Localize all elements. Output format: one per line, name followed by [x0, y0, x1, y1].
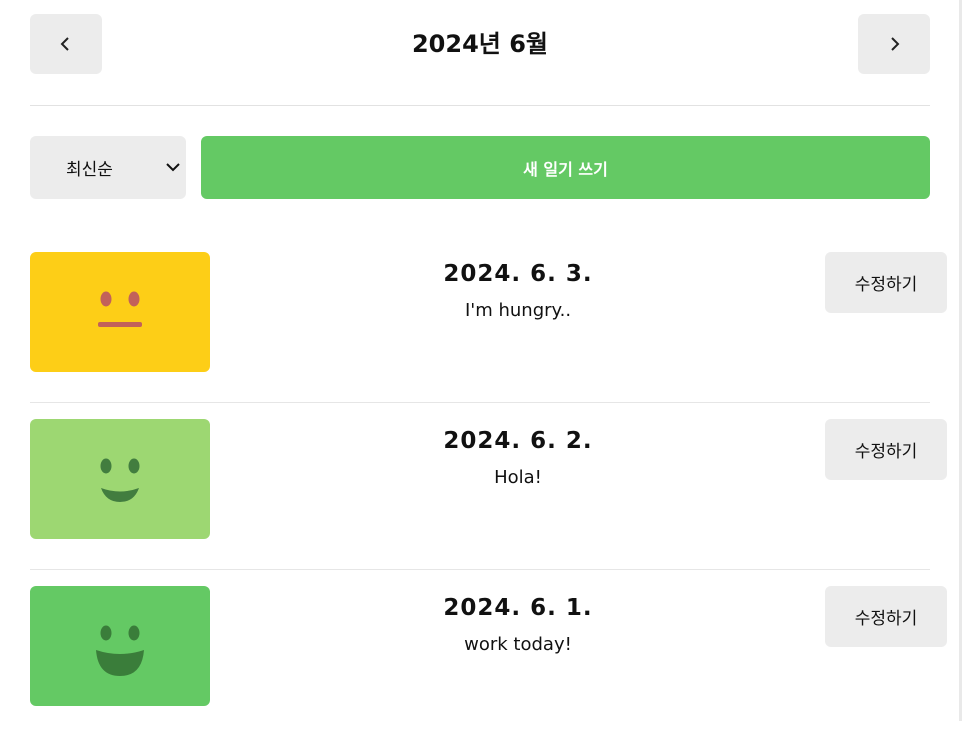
diary-date: 2024. 6. 1. — [443, 595, 593, 621]
diary-content: Hola! — [494, 467, 542, 488]
emotion-image[interactable] — [30, 586, 210, 706]
page-title: 2024년 6월 — [411, 30, 548, 58]
month-header: 2024년 6월 — [30, 0, 930, 106]
diary-info[interactable]: 2024. 6. 2. Hola! — [278, 419, 758, 493]
edit-button[interactable]: 수정하기 — [825, 586, 947, 647]
diary-item: 2024. 6. 1. work today! 수정하기 — [30, 570, 947, 736]
happy-face-icon — [96, 625, 144, 676]
diary-page: 2024년 6월 최신순 새 일기 쓰기 2024. 6. 3. I'm hun… — [30, 0, 947, 706]
diary-date: 2024. 6. 3. — [443, 261, 593, 287]
toolbar: 최신순 새 일기 쓰기 — [30, 136, 930, 199]
new-diary-button[interactable]: 새 일기 쓰기 — [201, 136, 930, 199]
chevron-down-icon — [166, 163, 180, 172]
diary-item: 2024. 6. 3. I'm hungry.. 수정하기 — [30, 236, 947, 403]
edit-button[interactable]: 수정하기 — [825, 252, 947, 313]
emotion-image[interactable] — [30, 419, 210, 539]
sort-select[interactable]: 최신순 — [30, 136, 186, 199]
emotion-image[interactable] — [30, 252, 210, 372]
next-month-button[interactable] — [858, 14, 930, 74]
diary-info[interactable]: 2024. 6. 1. work today! — [278, 586, 758, 660]
edit-button[interactable]: 수정하기 — [825, 419, 947, 480]
smile-face-icon — [100, 458, 140, 502]
chevron-right-icon — [891, 37, 900, 51]
diary-date: 2024. 6. 2. — [443, 428, 593, 454]
diary-content: work today! — [464, 634, 572, 655]
neutral-face-icon — [98, 291, 142, 327]
diary-info[interactable]: 2024. 6. 3. I'm hungry.. — [278, 252, 758, 326]
diary-item: 2024. 6. 2. Hola! 수정하기 — [30, 403, 947, 570]
diary-content: I'm hungry.. — [464, 300, 572, 321]
sort-select-value: 최신순 — [66, 160, 113, 180]
diary-list: 2024. 6. 3. I'm hungry.. 수정하기 2024. 6. 2… — [30, 236, 947, 736]
